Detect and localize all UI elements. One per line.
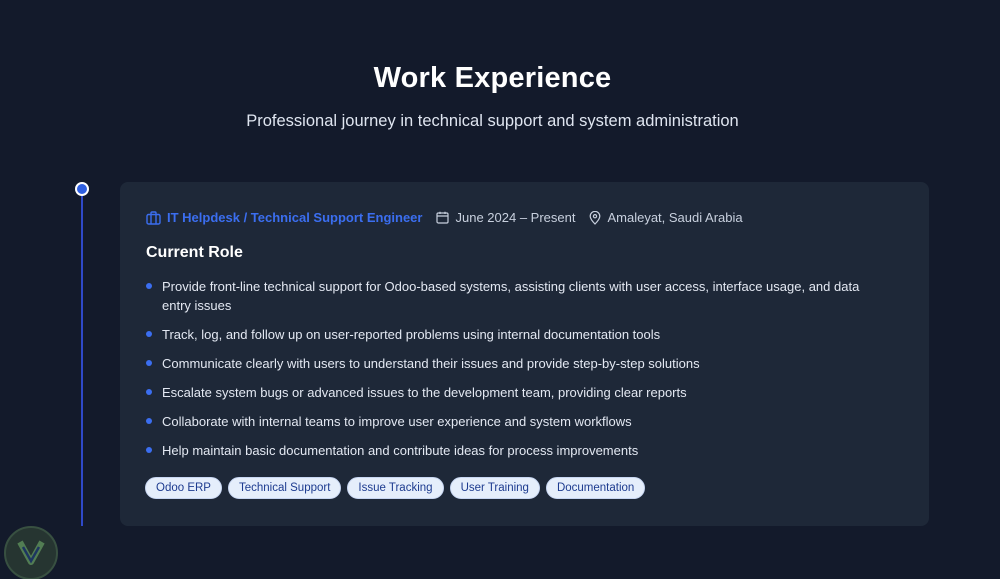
bullet-icon [146, 331, 152, 337]
tag-issue-tracking: Issue Tracking [347, 477, 444, 499]
tag-user-training: User Training [449, 477, 540, 499]
duties-list: Provide front-line technical support for… [146, 277, 886, 470]
duty-item: Collaborate with internal teams to impro… [146, 412, 886, 431]
bullet-icon [146, 389, 152, 395]
job-title-item: IT Helpdesk / Technical Support Engineer [146, 210, 422, 225]
timeline-line [81, 190, 83, 526]
job-location-item: Amaleyat, Saudi Arabia [589, 210, 743, 225]
briefcase-icon [146, 210, 161, 225]
duty-text: Track, log, and follow up on user-report… [162, 327, 661, 342]
duty-text: Escalate system bugs or advanced issues … [162, 385, 687, 400]
bullet-icon [146, 447, 152, 453]
job-meta-row: IT Helpdesk / Technical Support Engineer… [146, 210, 757, 225]
experience-card: IT Helpdesk / Technical Support Engineer… [120, 182, 929, 526]
calendar-icon [436, 211, 450, 224]
bullet-icon [146, 283, 152, 289]
job-dates-item: June 2024 – Present [436, 210, 575, 225]
duty-item: Provide front-line technical support for… [146, 277, 886, 315]
tag-technical-support: Technical Support [227, 477, 342, 499]
corner-logo [4, 526, 58, 579]
duty-text: Help maintain basic documentation and co… [162, 443, 639, 458]
section-title: Work Experience [373, 62, 612, 94]
tag-odoo-erp: Odoo ERP [145, 477, 222, 499]
role-heading: Current Role [146, 244, 243, 261]
logo-icon [17, 540, 45, 565]
skill-tags: Odoo ERP Technical Support Issue Trackin… [145, 477, 651, 499]
job-dates: June 2024 – Present [455, 210, 576, 225]
duty-item: Track, log, and follow up on user-report… [146, 325, 886, 344]
job-location: Amaleyat, Saudi Arabia [607, 210, 743, 225]
map-pin-icon [590, 210, 601, 225]
job-title: IT Helpdesk / Technical Support Engineer [167, 210, 423, 225]
duty-item: Help maintain basic documentation and co… [146, 441, 886, 460]
bullet-icon [146, 360, 152, 366]
bullet-icon [146, 418, 152, 424]
duty-text: Provide front-line technical support for… [162, 279, 860, 313]
tag-documentation: Documentation [545, 477, 646, 499]
duty-text: Collaborate with internal teams to impro… [162, 414, 632, 429]
page: Work Experience Professional journey in … [0, 0, 1000, 579]
duty-item: Escalate system bugs or advanced issues … [146, 383, 886, 402]
section-subtitle: Professional journey in technical suppor… [246, 112, 739, 130]
timeline-dot [75, 182, 89, 196]
duty-text: Communicate clearly with users to unders… [162, 356, 700, 371]
duty-item: Communicate clearly with users to unders… [146, 354, 886, 373]
